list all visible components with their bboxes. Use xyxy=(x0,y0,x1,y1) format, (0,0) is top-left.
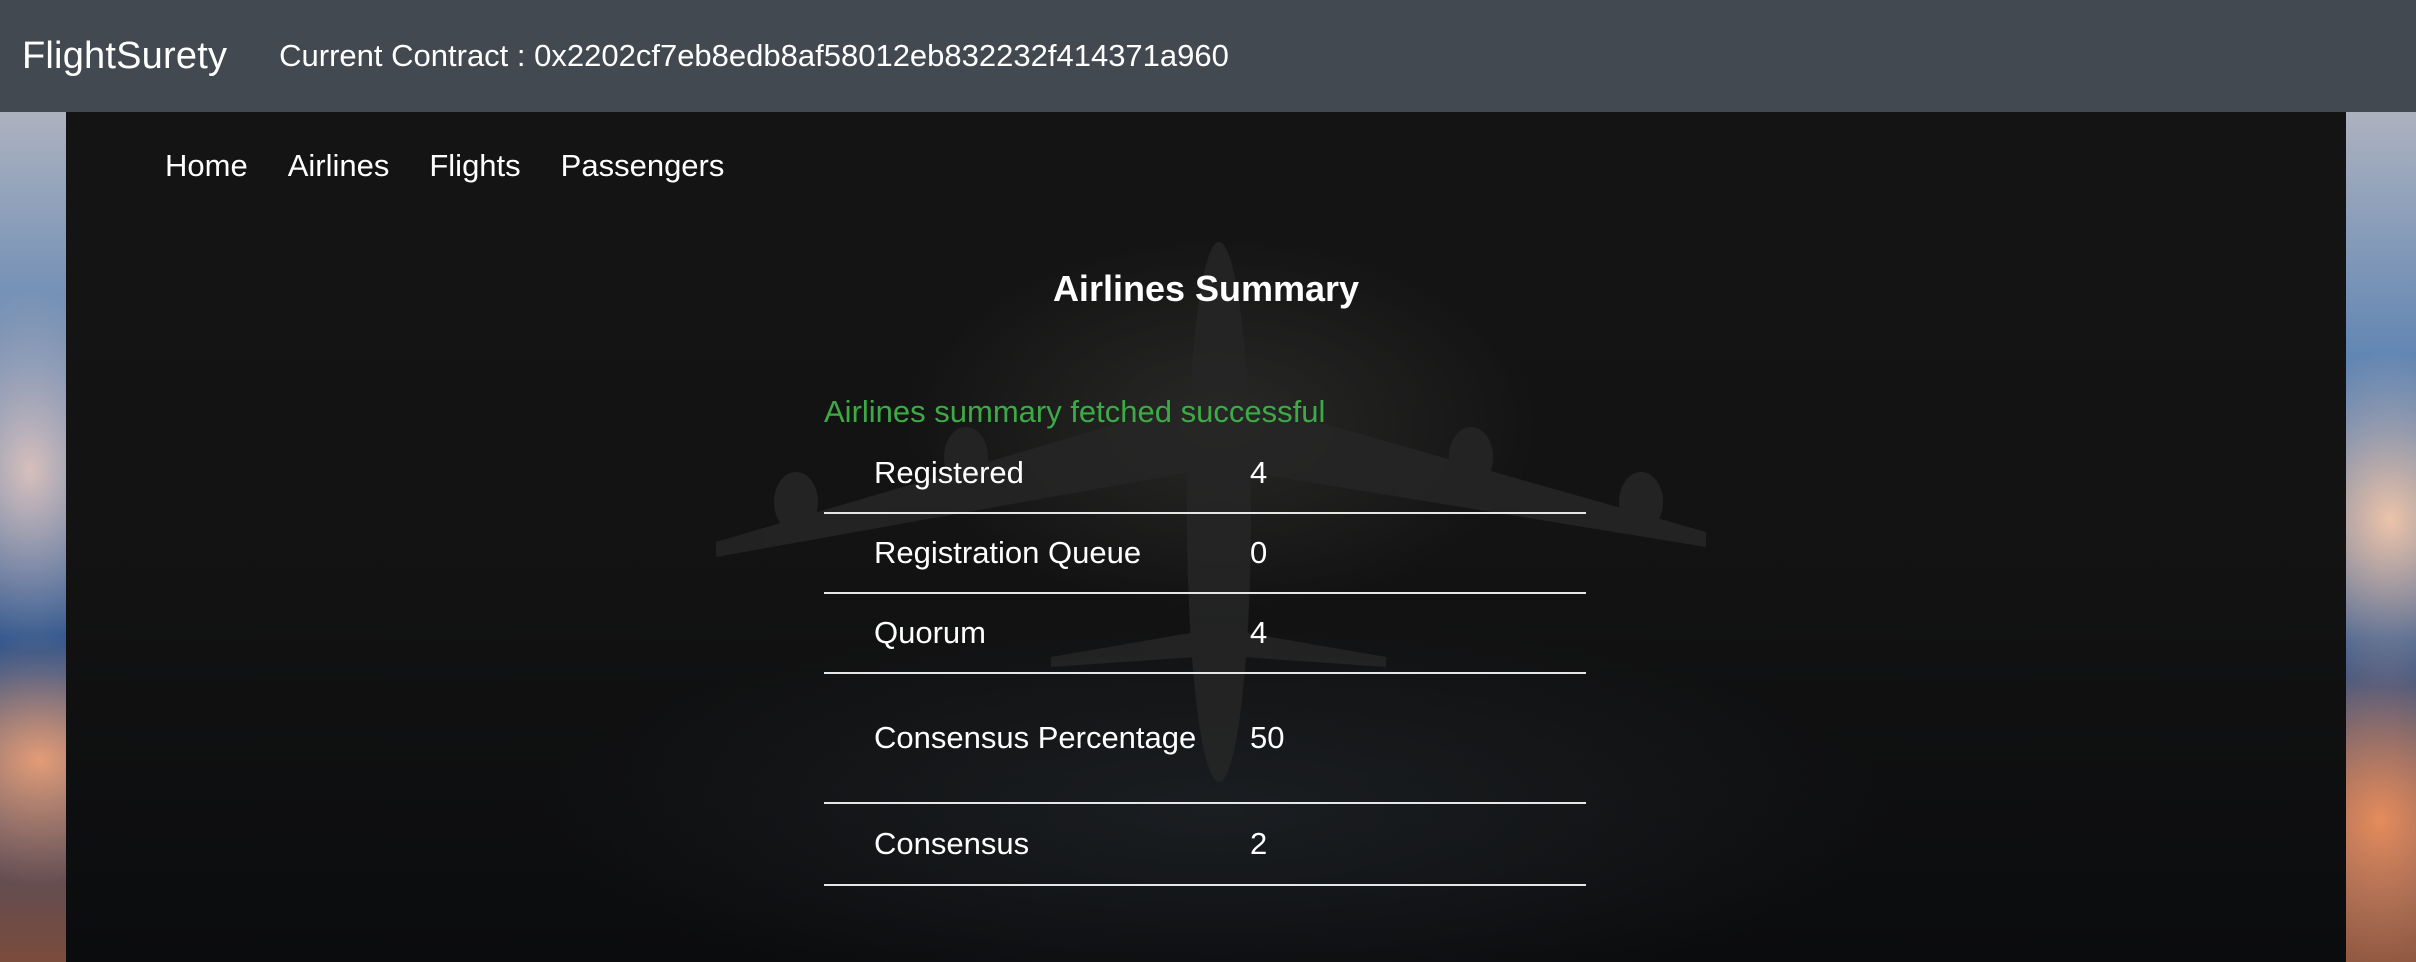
page-title: Airlines Summary xyxy=(1052,268,1360,309)
row-label-quorum: Quorum xyxy=(824,593,1250,674)
current-contract-text: Current Contract : 0x2202cf7eb8edb8af580… xyxy=(279,38,1229,73)
row-label-consensus: Consensus xyxy=(824,803,1250,886)
top-navbar: FlightSurety Current Contract : 0x2202cf… xyxy=(0,0,2416,112)
brand-logo[interactable]: FlightSurety xyxy=(22,35,227,78)
row-label-registration-queue: Registration Queue xyxy=(824,513,1250,594)
nav-passengers-link[interactable]: Passengers xyxy=(561,148,725,184)
table-row: Registration Queue 0 xyxy=(824,513,1586,594)
row-value-consensus: 2 xyxy=(1250,803,1586,886)
nav-flights-link[interactable]: Flights xyxy=(429,148,520,184)
nav-airlines-link[interactable]: Airlines xyxy=(288,148,390,184)
row-value-registration-queue: 0 xyxy=(1250,513,1586,594)
status-message: Airlines summary fetched successful xyxy=(824,394,1326,429)
table-row: Registered 4 xyxy=(824,434,1586,514)
row-value-quorum: 4 xyxy=(1250,593,1586,674)
row-value-registered: 4 xyxy=(1250,434,1586,514)
main-nav: Home Airlines Flights Passengers xyxy=(165,148,724,184)
row-value-consensus-percentage: 50 xyxy=(1250,673,1586,804)
table-row: Quorum 4 xyxy=(824,593,1586,674)
airlines-summary-table: Registered 4 Registration Queue 0 Quorum… xyxy=(824,434,1586,886)
row-label-consensus-percentage: Consensus Percentage xyxy=(824,673,1250,804)
table-row: Consensus 2 xyxy=(824,803,1586,886)
row-label-registered: Registered xyxy=(824,434,1250,514)
table-row: Consensus Percentage 50 xyxy=(824,673,1586,804)
main-panel: Home Airlines Flights Passengers Airline… xyxy=(66,112,2346,962)
nav-home-link[interactable]: Home xyxy=(165,148,248,184)
